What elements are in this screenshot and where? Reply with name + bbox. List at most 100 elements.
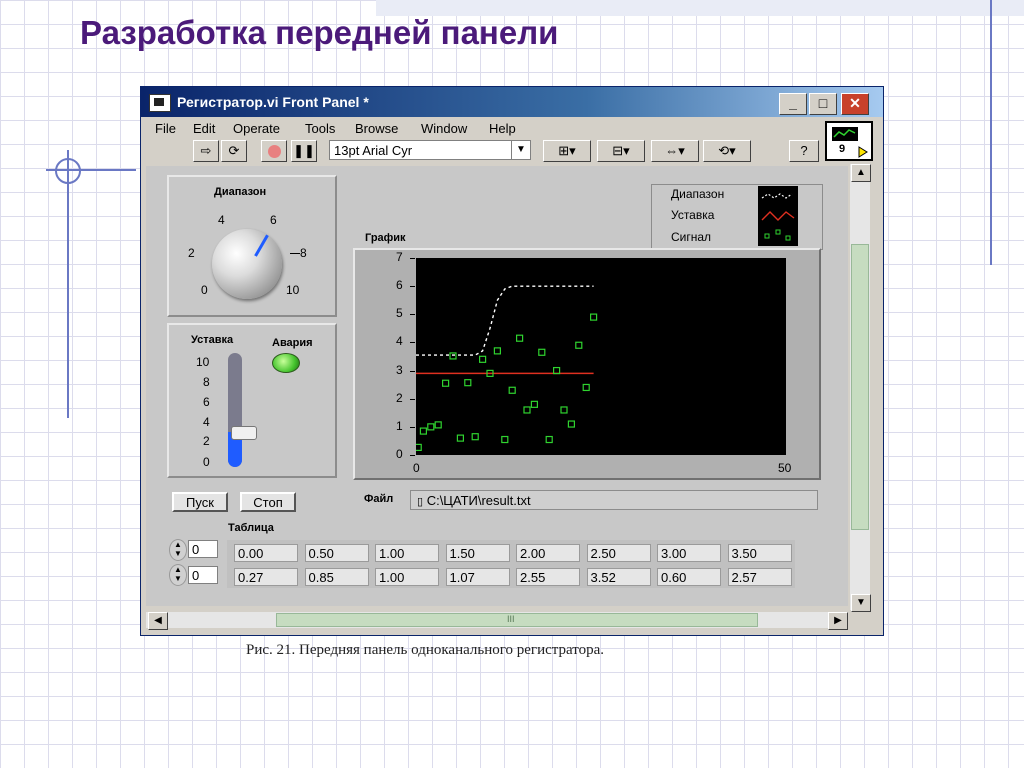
context-help-button[interactable]: ? xyxy=(789,140,819,162)
table-cell[interactable]: 2.50 xyxy=(586,544,651,562)
chevron-down-icon: ▼ xyxy=(511,141,530,159)
menu-file[interactable]: File xyxy=(155,121,176,136)
folder-icon: ▯ xyxy=(417,496,424,508)
signal-point xyxy=(478,355,487,363)
y-tick-label: 6 xyxy=(396,278,403,293)
signal-point xyxy=(442,379,450,387)
y-tick-label: 5 xyxy=(396,306,403,321)
pause-icon[interactable]: ❚❚ xyxy=(291,140,317,162)
table-cell[interactable]: 2.57 xyxy=(727,568,792,586)
y-tick-mark xyxy=(410,342,415,344)
table-cell[interactable]: 0.50 xyxy=(304,544,369,562)
run-continuous-icon[interactable]: ⟳ xyxy=(221,140,247,162)
stop-button[interactable]: Стоп xyxy=(240,492,296,512)
legend-signal: Сигнал xyxy=(671,230,712,244)
col-index-input[interactable]: 0 xyxy=(188,566,218,584)
y-tick-mark xyxy=(410,286,415,288)
maximize-button[interactable]: □ xyxy=(809,93,837,115)
vi-icon-graphic xyxy=(832,127,868,158)
menu-edit[interactable]: Edit xyxy=(193,121,215,136)
toolbar: ⇨ ⟳ ❚❚ 13pt Arial Cyr ▼ ⊞▾ ⊟▾ ⇔▾ ⟲▾ ? xyxy=(141,139,883,163)
signal-point xyxy=(538,348,546,356)
menu-window[interactable]: Window xyxy=(421,121,467,136)
slider-tick-0: 0 xyxy=(203,455,210,469)
table-cell[interactable]: 3.52 xyxy=(586,568,651,586)
table-cell[interactable]: 3.50 xyxy=(727,544,792,562)
table-cell[interactable]: 3.00 xyxy=(657,544,721,562)
scroll-left-icon[interactable]: ◀ xyxy=(148,612,168,630)
setpoint-label: Уставка xyxy=(191,334,234,346)
font-select-value: 13pt Arial Cyr xyxy=(334,143,413,158)
signal-point xyxy=(493,347,502,355)
reorder-icon[interactable]: ⟲▾ xyxy=(703,140,751,162)
slide-decor-line xyxy=(990,0,992,265)
signal-point xyxy=(449,352,457,360)
table-cell[interactable]: 1.07 xyxy=(445,568,510,586)
minimize-button[interactable]: _ xyxy=(779,93,807,115)
alarm-label: Авария xyxy=(272,337,313,349)
slider-tick-10: 10 xyxy=(196,355,210,369)
table-cell[interactable]: 1.50 xyxy=(445,544,510,562)
table-cell[interactable]: 2.00 xyxy=(516,544,580,562)
table-cell[interactable]: 0.27 xyxy=(234,568,298,586)
run-arrow-icon[interactable]: ⇨ xyxy=(193,140,219,162)
y-tick-mark xyxy=(410,370,415,372)
align-objects-icon[interactable]: ⊞▾ xyxy=(543,140,591,162)
y-tick-label: 0 xyxy=(396,447,403,461)
signal-point xyxy=(501,435,509,444)
start-button[interactable]: Пуск xyxy=(172,492,228,512)
window-titlebar[interactable]: Регистратор.vi Front Panel * _ □ ✕ xyxy=(141,87,883,117)
close-button[interactable]: ✕ xyxy=(841,93,869,115)
signal-point xyxy=(530,400,539,408)
legend-setpoint: Уставка xyxy=(671,208,715,222)
font-select[interactable]: 13pt Arial Cyr ▼ xyxy=(329,140,531,160)
table-cell[interactable]: 0.60 xyxy=(657,568,721,586)
col-index-stepper[interactable]: ▲ ▼ xyxy=(169,564,187,586)
table-cell[interactable]: 1.00 xyxy=(375,568,439,586)
table-label: Таблица xyxy=(228,522,274,534)
file-path-field[interactable]: ▯ C:\ЦАТИ\result.txt xyxy=(410,490,818,510)
file-label: Файл xyxy=(364,493,394,505)
table-cell[interactable]: 2.55 xyxy=(516,568,580,586)
y-tick-label: 4 xyxy=(396,334,403,349)
menu-browse[interactable]: Browse xyxy=(355,121,398,136)
menu-operate[interactable]: Operate xyxy=(233,121,280,136)
horizontal-scroll-thumb[interactable]: III xyxy=(276,613,758,627)
menu-help[interactable]: Help xyxy=(489,121,516,136)
vi-connector-icon[interactable]: 9 xyxy=(825,121,873,161)
signal-point xyxy=(427,423,435,431)
knob-tick-mark xyxy=(290,253,300,254)
signal-point xyxy=(560,406,568,414)
menu-tools[interactable]: Tools xyxy=(305,121,335,136)
graph-plot xyxy=(416,285,598,452)
range-series-line xyxy=(416,285,594,356)
abort-icon[interactable] xyxy=(261,140,287,162)
scroll-down-icon[interactable]: ▼ xyxy=(851,594,871,612)
signal-point xyxy=(523,406,531,414)
legend-swatch-graphic xyxy=(761,193,795,241)
table-cell[interactable]: 0.85 xyxy=(304,568,369,586)
scroll-right-icon[interactable]: ▶ xyxy=(828,612,848,630)
row-index-stepper[interactable]: ▲ ▼ xyxy=(169,539,187,561)
table-cell[interactable]: 1.00 xyxy=(375,544,439,562)
setpoint-slider-thumb[interactable] xyxy=(231,426,257,440)
resize-objects-icon[interactable]: ⇔▾ xyxy=(651,140,699,162)
y-tick-mark xyxy=(410,455,415,456)
knob-tick-2: 2 xyxy=(188,246,195,260)
range-label: Диапазон xyxy=(214,186,267,198)
vertical-scroll-thumb[interactable] xyxy=(851,244,869,530)
distribute-objects-icon[interactable]: ⊟▾ xyxy=(597,140,645,162)
row-index-input[interactable]: 0 xyxy=(188,540,218,558)
y-tick-label: 2 xyxy=(396,390,403,405)
slide-decor-ring xyxy=(55,158,81,184)
range-knob[interactable] xyxy=(212,229,282,299)
scroll-up-icon[interactable]: ▲ xyxy=(851,164,871,182)
signal-point xyxy=(582,383,590,392)
table-cell[interactable]: 0.00 xyxy=(234,544,298,562)
y-tick-mark xyxy=(410,258,415,259)
x-tick-label: 0 xyxy=(413,461,420,475)
slide-decor-line-left xyxy=(67,150,69,418)
x-tick-label: 50 xyxy=(778,461,792,475)
signal-point xyxy=(434,421,442,429)
y-tick-mark xyxy=(410,398,415,400)
